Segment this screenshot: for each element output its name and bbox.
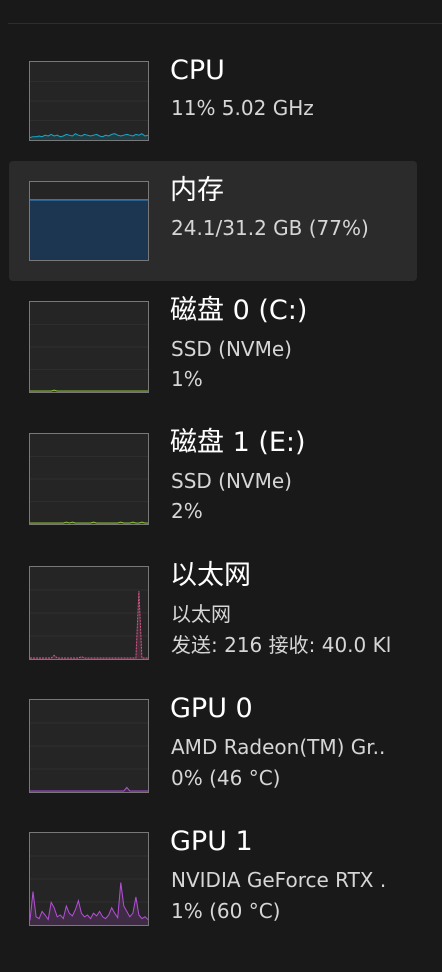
gpu-0-usage-chart <box>30 722 148 792</box>
disk-1-activity-graph <box>29 433 149 525</box>
ethernet-throughput-chart <box>30 589 148 659</box>
gpu0-graph-line <box>30 786 148 792</box>
performance-sidebar: CPU 11% 5.02 GHz 内存 24.1/31.2 GB (77%) 磁… <box>0 0 442 972</box>
disk-0-active-time: 1% <box>171 367 203 391</box>
top-divider <box>8 23 442 24</box>
disk-0-activity-chart <box>30 324 148 392</box>
gpu-1-usage-temp: 1% (60 °C) <box>171 899 281 923</box>
disk-0-activity-graph <box>29 301 149 393</box>
ethernet-throughput-graph <box>29 566 149 660</box>
gpu-0-usage-graph <box>29 699 149 793</box>
sidebar-item-disk-1[interactable]: 磁盘 1 (E:) SSD (NVMe) 2% <box>9 413 417 533</box>
cpu-title: CPU <box>170 55 225 86</box>
ethernet-adapter-name: 以太网 <box>171 602 231 626</box>
memory-usage-graph <box>29 181 149 261</box>
cpu-usage-speed: 11% 5.02 GHz <box>171 96 314 120</box>
sidebar-item-gpu-1[interactable]: GPU 1 NVIDIA GeForce RTX . 1% (60 °C) <box>9 812 417 932</box>
ethernet-title: 以太网 <box>170 560 251 591</box>
gpu-1-usage-chart <box>30 855 148 925</box>
gpu-1-model: NVIDIA GeForce RTX . <box>171 868 387 892</box>
memory-usage: 24.1/31.2 GB (77%) <box>171 216 369 240</box>
ethernet-graph-area <box>30 591 148 659</box>
gpu-1-usage-graph <box>29 832 149 926</box>
sidebar-item-memory[interactable]: 内存 24.1/31.2 GB (77%) <box>9 161 417 281</box>
sidebar-item-cpu[interactable]: CPU 11% 5.02 GHz <box>9 41 417 161</box>
memory-fill-area <box>30 199 148 260</box>
disk-0-title: 磁盘 0 (C:) <box>170 295 308 326</box>
sidebar-item-disk-0[interactable]: 磁盘 0 (C:) SSD (NVMe) 1% <box>9 281 417 401</box>
gpu-0-usage-temp: 0% (46 °C) <box>171 766 281 790</box>
memory-title: 内存 <box>170 175 224 206</box>
cpu-graph-area <box>30 133 148 140</box>
disk-1-type: SSD (NVMe) <box>171 469 292 493</box>
gpu-1-title: GPU 1 <box>170 826 253 857</box>
disk1-graph-line <box>30 521 148 524</box>
gpu-0-model: AMD Radeon(TM) Gr.. <box>171 735 386 759</box>
disk0-graph-line <box>30 389 148 392</box>
disk-1-title: 磁盘 1 (E:) <box>170 427 306 458</box>
ethernet-graph-line <box>30 591 148 659</box>
memory-usage-chart <box>30 199 148 260</box>
sidebar-item-gpu-0[interactable]: GPU 0 AMD Radeon(TM) Gr.. 0% (46 °C) <box>9 679 417 799</box>
disk-0-type: SSD (NVMe) <box>171 337 292 361</box>
cpu-usage-chart <box>30 81 148 140</box>
cpu-usage-graph <box>29 61 149 141</box>
disk-1-activity-chart <box>30 456 148 524</box>
disk-1-active-time: 2% <box>171 499 203 523</box>
sidebar-item-ethernet[interactable]: 以太网 以太网 发送: 216 接收: 40.0 Kl <box>9 546 417 666</box>
ethernet-send-receive: 发送: 216 接收: 40.0 Kl <box>171 633 392 657</box>
gpu-0-title: GPU 0 <box>170 693 253 724</box>
